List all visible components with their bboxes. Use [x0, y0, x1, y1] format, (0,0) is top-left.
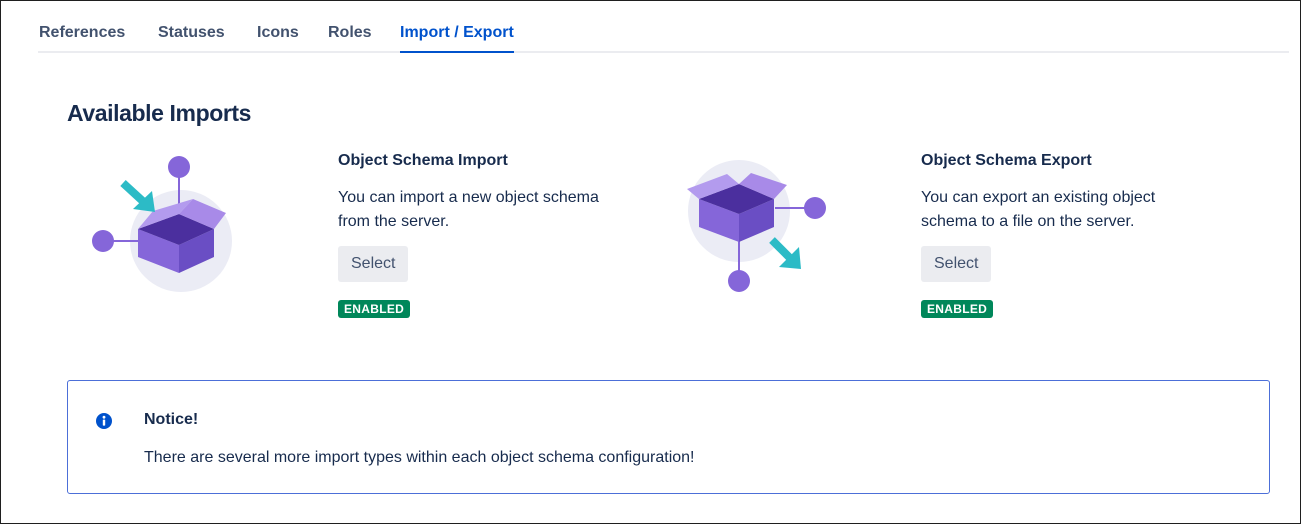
tab-icons[interactable]: Icons — [257, 24, 299, 51]
box-import-illustration — [92, 156, 232, 292]
import-card-title: Object Schema Import — [338, 152, 508, 169]
notice-panel: Notice! There are several more import ty… — [67, 380, 1270, 494]
tab-statuses[interactable]: Statuses — [158, 24, 225, 51]
import-select-button[interactable]: Select — [338, 246, 409, 282]
export-select-button[interactable]: Select — [921, 246, 992, 282]
box-export-illustration — [687, 160, 826, 292]
import-card-description: You can import a new object schema from … — [338, 189, 599, 230]
tab-references[interactable]: References — [39, 24, 125, 51]
info-icon — [96, 413, 112, 429]
tab-roles[interactable]: Roles — [328, 24, 372, 51]
notice-body: There are several more import types with… — [144, 449, 695, 466]
export-card-title: Object Schema Export — [921, 152, 1092, 169]
tab-import-export[interactable]: Import / Export — [400, 24, 514, 53]
page-frame: References Statuses Icons Roles Import /… — [0, 0, 1301, 524]
export-status-badge: ENABLED — [921, 300, 994, 318]
tab-bar: References Statuses Icons Roles Import /… — [38, 15, 1289, 53]
export-card-description: You can export an existing object schema… — [921, 189, 1156, 230]
import-status-badge: ENABLED — [338, 300, 411, 318]
notice-title: Notice! — [144, 411, 199, 428]
section-title: Available Imports — [67, 100, 252, 126]
